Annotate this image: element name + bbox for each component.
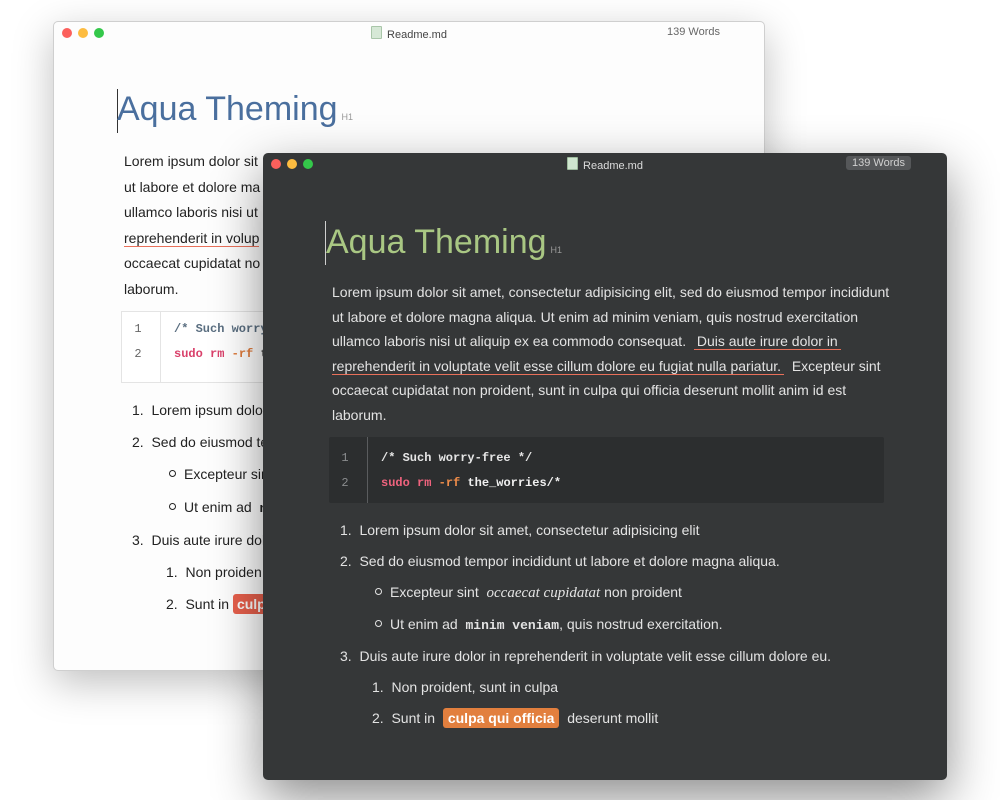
list-item[interactable]: 2. Sunt in culp (166, 594, 270, 614)
code-command: rm (417, 476, 432, 490)
list-item[interactable]: 1. Lorem ipsum dolor sit amet, consectet… (340, 522, 700, 538)
list-item[interactable]: 2. Sunt in culpa qui officia deserunt mo… (372, 708, 658, 728)
list-item[interactable]: Ut enim ad minim veniam, quis nostrud ex… (375, 616, 723, 633)
list-item[interactable]: 1. Lorem ipsum dolo (132, 402, 263, 418)
heading-text: Aqua Theming (326, 223, 547, 261)
titlebar: Readme.md 139 Words (54, 22, 764, 44)
paragraph-line: occaecat cupidatat non proident, sunt in… (332, 382, 847, 398)
code-keyword: sudo (381, 476, 410, 490)
inline-code: minim veniam (465, 618, 560, 633)
code-flag: -rf (438, 476, 461, 490)
italic-text: occaecat cupidatat (486, 585, 601, 601)
code-keyword: sudo (174, 347, 203, 361)
paragraph-line: ullamco laboris nisi ut aliquip ex ea co… (332, 329, 892, 354)
bullet-icon (169, 503, 176, 510)
titlebar: Readme.md 139 Words (263, 153, 947, 175)
window-title: Readme.md (263, 157, 947, 172)
heading[interactable]: Aqua Theming H1 (117, 90, 353, 129)
heading-level-tag: H1 (341, 112, 354, 122)
list-item[interactable]: 3. Duis aute irure dolor in reprehenderi… (340, 648, 831, 664)
list-item[interactable]: Excepteur sint occaecat cupidatat non pr… (375, 584, 682, 602)
spelling-underlined-text: Duis aute irure dolor in (693, 333, 841, 350)
word-count-badge[interactable]: 139 Words (846, 156, 911, 170)
dark-editor-window: Readme.md 139 Words Aqua Theming H1 Lorem… (263, 153, 947, 780)
code-argument: the_worries/* (467, 476, 562, 490)
window-title-text: Readme.md (387, 29, 447, 41)
paragraph[interactable]: Lorem ipsum dolor sit amet, consectetur … (332, 280, 892, 427)
window-title: Readme.md (54, 26, 764, 41)
paragraph-line: reprehenderit in voluptate velit esse ci… (332, 357, 881, 375)
document-icon (567, 157, 579, 170)
line-number: 1 (341, 451, 349, 465)
heading-level-tag: H1 (550, 245, 563, 255)
paragraph-line: ut labore et dolore magna aliqua. Ut eni… (332, 308, 859, 325)
list-item[interactable]: 1. Non proiden (166, 564, 262, 580)
line-number-gutter: 1 2 (122, 312, 161, 382)
bullet-icon (169, 470, 176, 477)
list-item[interactable]: Excepteur sir (169, 466, 266, 482)
list-item[interactable]: Ut enim ad n (169, 499, 267, 516)
code-comment: /* Such worry (174, 322, 268, 336)
window-title-text: Readme.md (583, 160, 643, 172)
line-number: 1 (134, 322, 142, 336)
code-line: /* Such worry-free */ (381, 451, 532, 465)
code-command: rm (210, 347, 225, 361)
line-number: 2 (341, 476, 349, 490)
code-comment: /* Such worry-free */ (381, 451, 533, 465)
spelling-underlined-text: reprehenderit in voluptate velit esse ci… (332, 357, 785, 375)
code-block[interactable]: 1 2 /* Such worry-free */ sudo rm -rf th… (329, 437, 884, 503)
heading-text: Aqua Theming (117, 90, 338, 128)
paragraph-line: Lorem ipsum dolor sit amet, consectetur … (332, 284, 890, 300)
list-item[interactable]: 1. Non proident, sunt in culpa (372, 679, 558, 695)
bullet-icon (375, 620, 382, 627)
heading[interactable]: Aqua Theming H1 (326, 223, 562, 262)
word-count[interactable]: 139 Words (667, 26, 720, 38)
bullet-icon (375, 588, 382, 595)
code-line: /* Such worry (174, 322, 268, 336)
spelling-underlined-text: reprehenderit in volup (124, 229, 260, 247)
line-number-gutter: 1 2 (329, 437, 368, 503)
paragraph-line: laborum. (332, 406, 387, 423)
list-item[interactable]: 3. Duis aute irure dol (132, 532, 265, 548)
line-number: 2 (134, 347, 142, 361)
code-line: sudo rm -rf t (174, 347, 268, 361)
code-line: sudo rm -rf the_worries/* (381, 476, 561, 490)
highlight-badge: culpa qui officia (442, 708, 560, 728)
code-flag: -rf (231, 347, 254, 361)
list-item[interactable]: 2. Sed do eiusmod te (132, 434, 268, 450)
document-icon (371, 26, 383, 39)
list-item[interactable]: 2. Sed do eiusmod tempor incididunt ut l… (340, 553, 780, 569)
